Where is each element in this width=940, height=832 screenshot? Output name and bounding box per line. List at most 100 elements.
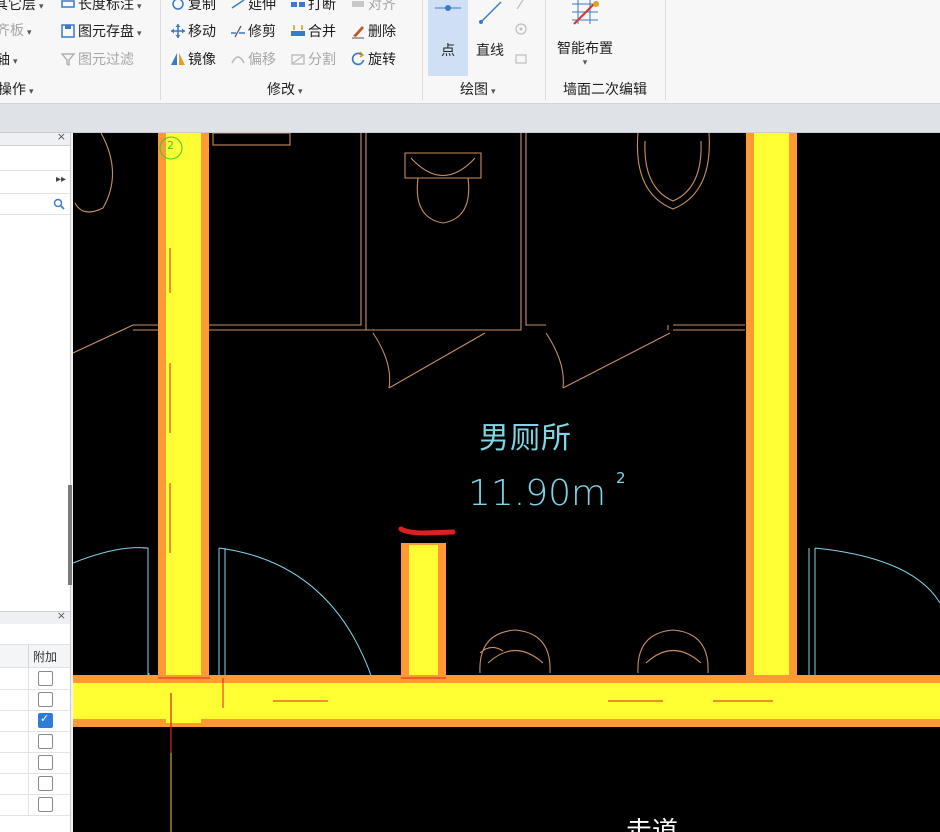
group-separator bbox=[665, 0, 666, 100]
extra-checkbox[interactable] bbox=[38, 776, 53, 791]
group-separator bbox=[545, 0, 546, 100]
extra-checkbox[interactable] bbox=[38, 755, 53, 770]
panel-toolbar-row bbox=[0, 624, 70, 645]
column-divider bbox=[28, 710, 29, 731]
eraser-icon bbox=[352, 26, 364, 39]
copy-button[interactable]: 复制 bbox=[170, 0, 216, 16]
move-button[interactable]: 移动 bbox=[170, 21, 216, 43]
align-button[interactable]: 对齐 bbox=[350, 0, 396, 16]
delete-button[interactable]: 删除 bbox=[350, 21, 396, 43]
group-label-draw[interactable]: 绘图 ▾ bbox=[460, 80, 496, 100]
arc-tool-icon[interactable] bbox=[514, 0, 528, 12]
draw-point-button[interactable]: 点 bbox=[428, 0, 468, 76]
partition-line-left bbox=[73, 324, 158, 354]
mirror-icon bbox=[171, 53, 185, 65]
element-filter-button[interactable]: 图元过滤 bbox=[60, 49, 134, 71]
expand-double-chevron-icon[interactable]: ▸▸ bbox=[56, 174, 66, 185]
rotate-icon bbox=[351, 51, 365, 66]
trim-icon bbox=[231, 25, 245, 38]
column-divider bbox=[28, 794, 29, 815]
panel-splitter-handle[interactable] bbox=[68, 485, 72, 585]
urinal-1 bbox=[479, 629, 551, 674]
room-area-superscript: 2 bbox=[616, 469, 626, 487]
extra-checkbox[interactable] bbox=[38, 734, 53, 749]
save-element-icon bbox=[61, 24, 75, 38]
group-separator bbox=[422, 0, 423, 100]
panel-header-top: × bbox=[0, 130, 70, 146]
table-row bbox=[0, 773, 70, 795]
extend-icon bbox=[231, 0, 245, 9]
element-save-button[interactable]: 图元存盘 ▾ bbox=[60, 21, 142, 43]
table-row bbox=[0, 668, 70, 690]
flush-board-button[interactable]: 齐板 ▾ bbox=[0, 20, 32, 42]
close-panel-icon[interactable]: × bbox=[57, 130, 66, 143]
corridor-label: 走道 bbox=[626, 817, 679, 832]
group-separator bbox=[160, 0, 161, 100]
filter-icon bbox=[60, 53, 76, 67]
trim-button[interactable]: 修剪 bbox=[230, 21, 276, 43]
door-swing-stall-1 bbox=[372, 332, 391, 389]
column-divider bbox=[28, 668, 29, 689]
merge-button[interactable]: 合并 bbox=[290, 21, 336, 43]
urinal-2 bbox=[637, 629, 709, 674]
align-icon bbox=[352, 1, 364, 7]
break-button[interactable]: 打断 bbox=[290, 0, 336, 16]
extra-checkbox[interactable] bbox=[38, 671, 53, 686]
panel-expand-row: ▸▸ bbox=[0, 171, 70, 194]
panel-header-bottom: × bbox=[0, 609, 70, 625]
mirror-button[interactable]: 镜像 bbox=[170, 49, 216, 71]
column-divider bbox=[28, 645, 29, 667]
extra-checkbox[interactable] bbox=[38, 712, 53, 728]
room-name-label: 男厕所 bbox=[479, 421, 572, 456]
panel-toolbar-row bbox=[0, 146, 70, 171]
rotate-button[interactable]: 旋转 bbox=[350, 49, 396, 71]
basin-top bbox=[212, 133, 291, 146]
split-icon bbox=[291, 54, 305, 65]
move-icon bbox=[171, 24, 185, 38]
table-row bbox=[0, 710, 70, 732]
column-header-extra: 附加 bbox=[33, 650, 58, 664]
ribbon-toolbar: 其它层 ▾ 齐板 ▾ 轴 ▾ 操作 ▾ 长度标注 ▾ 图元存盘 ▾ 图元过滤 复制 延伸 打… bbox=[0, 0, 940, 104]
merge-icon bbox=[291, 25, 305, 36]
point-icon bbox=[435, 5, 461, 11]
column-divider bbox=[28, 773, 29, 794]
table-row bbox=[0, 752, 70, 774]
length-dimension-icon bbox=[61, 0, 75, 8]
offset-button[interactable]: 偏移 bbox=[230, 49, 276, 71]
group-label-operations[interactable]: 操作 ▾ bbox=[0, 80, 34, 100]
table-row bbox=[0, 689, 70, 711]
partition-line-mid bbox=[366, 133, 546, 331]
panel-search-row[interactable] bbox=[0, 194, 70, 215]
circle-tool-icon[interactable] bbox=[514, 22, 528, 36]
length-label-button[interactable]: 长度标注 ▾ bbox=[60, 0, 142, 16]
other-layer-button[interactable]: 其它层 ▾ bbox=[0, 0, 44, 16]
secondary-toolbar-strip bbox=[0, 104, 940, 133]
extend-button[interactable]: 延伸 bbox=[230, 0, 276, 16]
close-panel-icon[interactable]: × bbox=[57, 609, 66, 622]
group-label-wall-edit: 墙面二次编辑 bbox=[563, 82, 647, 98]
smart-layout-dropdown[interactable]: ▾ bbox=[550, 58, 620, 68]
draw-line-button[interactable]: 直线 bbox=[470, 0, 510, 76]
door-swing-left bbox=[73, 547, 149, 678]
column-divider bbox=[28, 752, 29, 773]
smart-layout-button[interactable]: 智能布置 ▾ bbox=[550, 0, 620, 76]
extra-checkbox[interactable] bbox=[38, 692, 53, 707]
toilet-left bbox=[74, 133, 114, 213]
wall-centerlines bbox=[158, 248, 773, 832]
left-panel: × ▸▸ × 附加 bbox=[0, 130, 71, 832]
line-icon bbox=[479, 1, 502, 24]
axis-button[interactable]: 轴 ▾ bbox=[0, 49, 18, 71]
door-swing-stall-2 bbox=[545, 332, 564, 389]
rectangle-tool-icon[interactable] bbox=[514, 52, 528, 66]
split-button[interactable]: 分割 bbox=[290, 49, 336, 71]
red-annotation-mark bbox=[398, 526, 456, 536]
room-area-value: 11.90m bbox=[468, 473, 607, 514]
drawing-canvas[interactable]: 2 男厕所 11.90m 2 走道 bbox=[73, 133, 940, 832]
search-icon[interactable] bbox=[53, 198, 65, 210]
break-icon bbox=[291, 2, 305, 7]
table-row bbox=[0, 731, 70, 753]
extra-checkbox[interactable] bbox=[38, 797, 53, 812]
group-label-modify[interactable]: 修改 ▾ bbox=[267, 80, 303, 100]
smart-layout-icon bbox=[572, 0, 599, 25]
offset-icon bbox=[231, 56, 245, 64]
